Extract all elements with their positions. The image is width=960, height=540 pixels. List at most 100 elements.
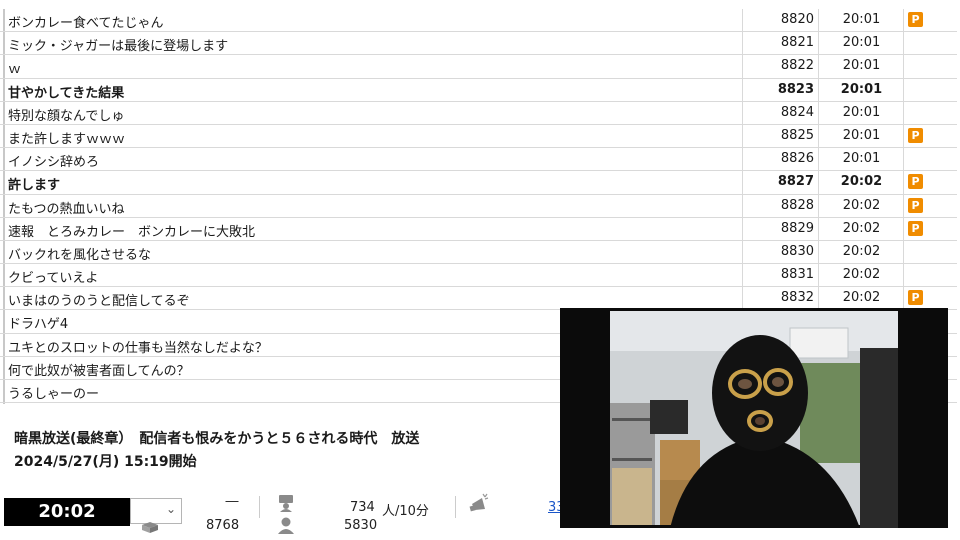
viewer-count: 734 [350,500,375,515]
separator [455,496,456,518]
comment-text: たもつの熱血いいね [8,201,125,217]
comment-row[interactable]: バックれを風化させるな 8830 20:02 [0,240,957,265]
premium-cell: P [904,171,956,193]
column-divider [742,194,743,217]
column-divider [742,217,743,240]
comment-row[interactable]: ボンカレー食べてたじゃん 8820 20:01 P [0,9,957,33]
premium-cell: P [904,125,956,147]
premium-badge-icon: P [908,290,923,306]
comment-row[interactable]: また許しますｗｗｗ 8825 20:01 P [0,124,957,149]
comment-row[interactable]: いまはのうのうと配信してるぞ 8832 20:02 P [0,287,957,311]
megaphone-icon[interactable] [468,492,492,516]
comment-text: また許しますｗｗｗ [8,131,126,147]
comment-number: 8824 [780,104,814,120]
column-divider [818,171,819,194]
broadcast-title: 暗黒放送(最終章） 配信者も恨みをかうと５６される時代 放送 [14,431,420,447]
column-divider [742,32,743,55]
column-divider [818,240,819,264]
column-divider [742,78,743,101]
premium-cell [904,79,956,101]
comment-row[interactable]: 速報 とろみカレー ボンカレーに大敗北 8829 20:02 P [0,217,957,241]
column-divider [742,287,743,310]
premium-cell [904,148,956,170]
column-divider [818,217,819,240]
visitor-count: 5830 [344,518,378,533]
column-divider [742,171,743,194]
comment-text: 速報 とろみカレー ボンカレーに大敗北 [8,224,256,240]
comment-row[interactable]: 許します 8827 20:02 P [0,171,957,195]
premium-badge-icon: P [908,174,923,190]
column-divider [742,55,743,78]
comment-number: 8826 [780,151,814,167]
comment-row[interactable]: ミック・ジャガーは最後に登場します 8821 20:01 [0,32,957,56]
comment-text: クビっていえよ [8,271,99,287]
column-divider [818,32,819,55]
comment-text: ボンカレー食べてたじゃん [8,16,164,31]
premium-cell: P [904,287,956,309]
comment-count: 8768 [206,518,240,533]
comment-number: 8831 [780,267,814,283]
comment-row[interactable]: 甘やかしてきた結果 8823 20:01 [0,78,957,102]
comment-text: イノシシ辞めろ [8,155,100,171]
comment-text: うるしゃーのー [8,387,100,402]
column-divider [742,264,743,287]
comment-text: ｗ [8,62,22,78]
webcam-video [560,308,948,528]
viewer-unit: 人/10分 [382,504,429,519]
comment-number: 8829 [780,220,814,236]
premium-badge-icon: P [908,220,923,236]
column-divider [742,240,743,264]
comment-number: 8820 [780,12,814,27]
column-divider [818,287,819,310]
column-divider [742,9,743,32]
chevron-down-icon: ⌄ [165,502,176,516]
column-divider [818,101,819,124]
comment-time: 20:02 [840,174,883,190]
comment-row[interactable]: イノシシ辞めろ 8826 20:01 [0,148,957,172]
comment-number: 8821 [780,35,814,51]
comment-time: 20:02 [842,197,881,213]
comment-dash: ― [225,494,239,509]
comment-time: 20:01 [842,12,881,27]
premium-badge-icon: P [908,197,923,213]
clock-display: 20:02 [4,498,130,526]
column-divider [818,264,819,287]
comment-text: バックれを風化させるな [8,247,152,263]
comment-number: 8822 [780,58,814,74]
comment-text: 許します [8,178,61,194]
separator [259,496,260,518]
column-divider [818,9,819,32]
comment-row[interactable]: ｗ 8822 20:01 [0,55,957,79]
premium-cell: P [904,9,956,31]
comment-number: 8827 [777,174,814,190]
premium-cell: P [904,218,956,240]
comment-row[interactable]: たもつの熱血いいね 8828 20:02 P [0,194,957,218]
comment-time: 20:02 [842,243,881,259]
premium-cell [904,241,956,263]
gift-icon[interactable] [140,520,160,534]
premium-cell [904,102,956,124]
comment-time: 20:02 [842,290,881,306]
viewer-icon [279,495,293,512]
comment-time: 20:01 [842,104,881,120]
comment-text: ドラハゲ4 [8,317,69,333]
webcam-frame [560,308,948,528]
comment-row[interactable]: 特別な顔なんでしゅ 8824 20:01 [0,101,957,125]
column-divider [818,148,819,171]
comment-number: 8823 [777,81,814,97]
comment-number: 8828 [780,197,814,213]
premium-cell [904,55,956,77]
premium-badge-icon: P [908,12,923,27]
comment-text: ミック・ジャガーは最後に登場します [8,39,229,55]
comment-time: 20:01 [842,35,881,51]
premium-cell: P [904,195,956,217]
column-divider [818,55,819,78]
column-divider [818,194,819,217]
comment-text: 甘やかしてきた結果 [8,85,125,101]
comment-row[interactable]: クビっていえよ 8831 20:02 [0,264,957,288]
comment-time: 20:01 [842,58,881,74]
visitor-icon [278,517,294,534]
premium-badge-icon: P [908,127,923,143]
column-divider [742,101,743,124]
comment-text: いまはのうのうと配信してるぞ [8,294,190,310]
